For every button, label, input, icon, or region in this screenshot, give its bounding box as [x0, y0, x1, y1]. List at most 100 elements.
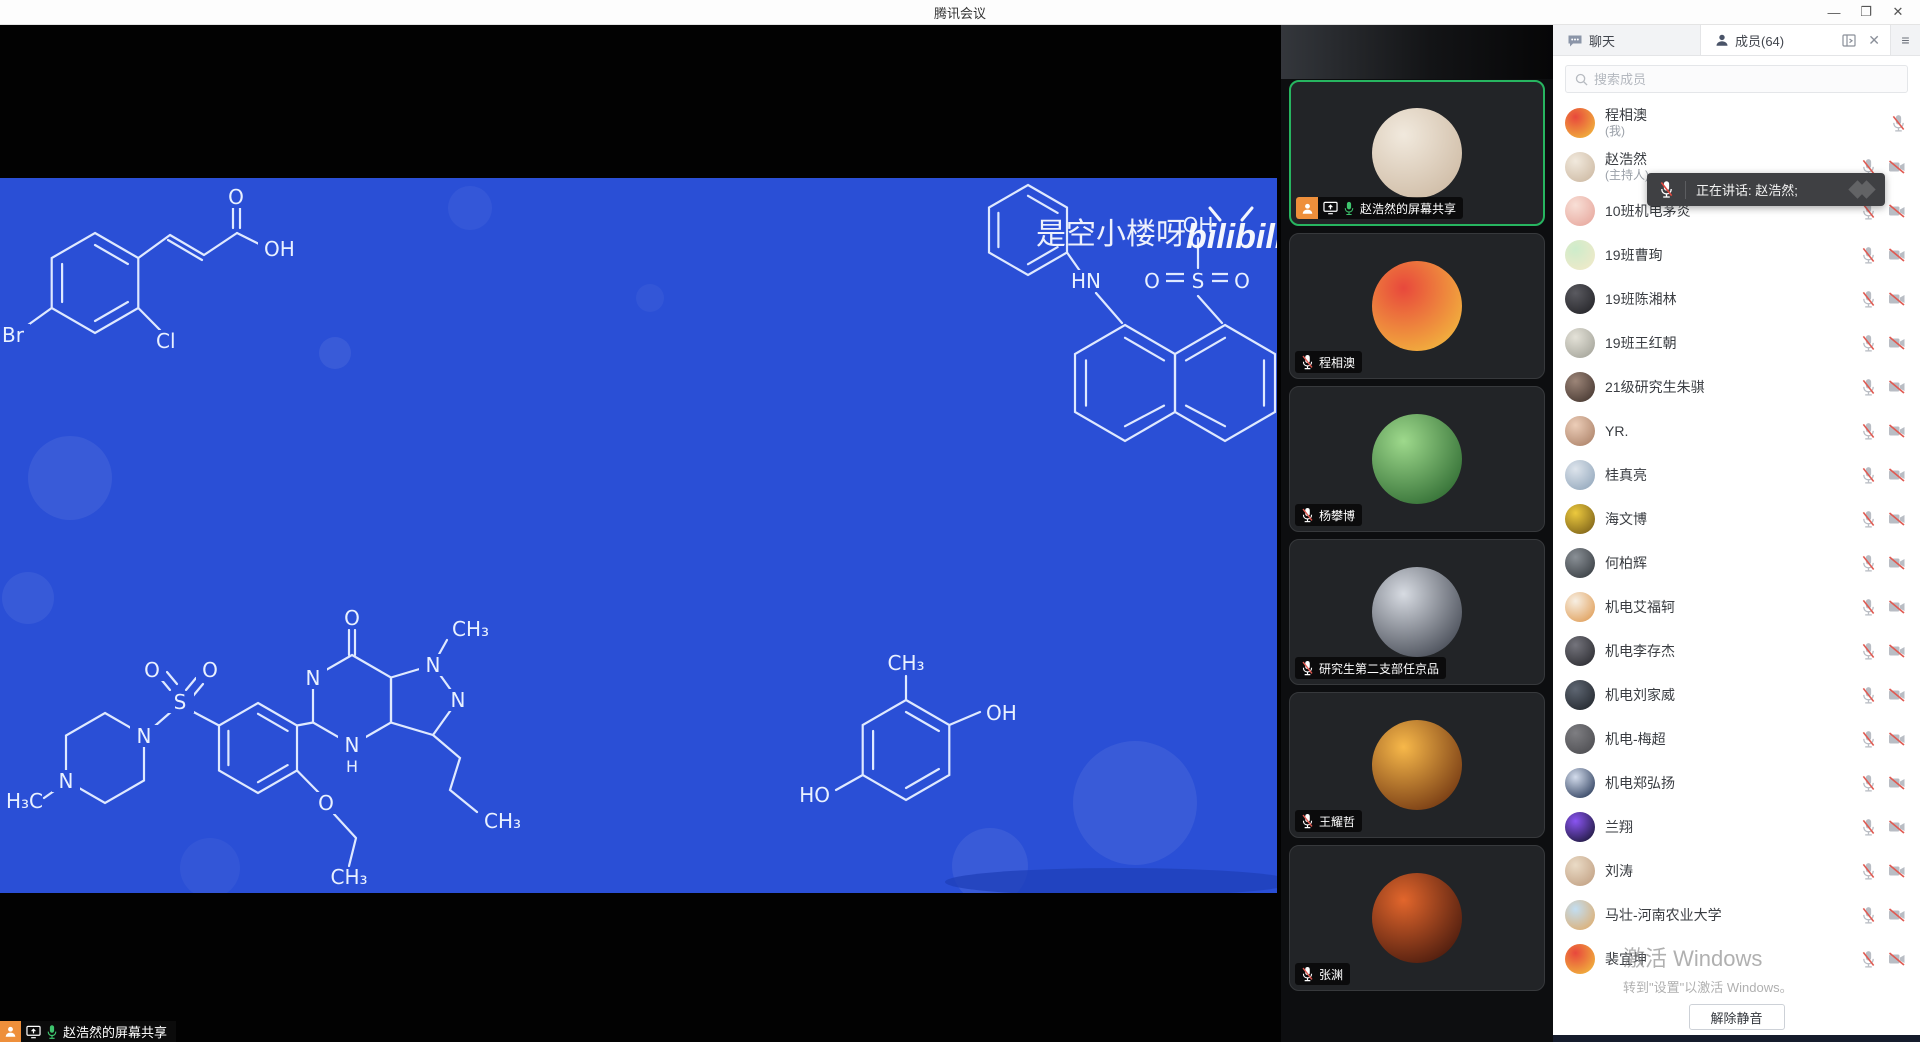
minimize-button[interactable]: —	[1818, 5, 1850, 20]
search-bar	[1553, 56, 1920, 101]
member-panel: 聊天 成员(64) ✕ ≡	[1553, 25, 1920, 1042]
member-row[interactable]: 机电李存杰	[1553, 629, 1920, 673]
member-camera-button[interactable]	[1888, 336, 1906, 350]
participant-name: 程相澳	[1319, 354, 1355, 371]
member-status-icons	[1861, 686, 1906, 705]
member-camera-button[interactable]	[1888, 512, 1906, 526]
member-row[interactable]: 刘涛	[1553, 849, 1920, 893]
member-mic-button[interactable]	[1861, 950, 1876, 969]
member-camera-button[interactable]	[1888, 820, 1906, 834]
video-thumbnail[interactable]: 赵浩然的屏幕共享	[1289, 80, 1545, 226]
member-mic-button[interactable]	[1861, 378, 1876, 397]
svg-text:HN: HN	[1071, 269, 1101, 293]
member-row[interactable]: 马壮-河南农业大学	[1553, 893, 1920, 937]
member-mic-button[interactable]	[1861, 466, 1876, 485]
member-mic-button[interactable]	[1861, 290, 1876, 309]
close-panel-icon[interactable]: ✕	[1868, 32, 1880, 49]
member-mic-button[interactable]	[1861, 334, 1876, 353]
member-mic-button[interactable]	[1861, 774, 1876, 793]
member-row[interactable]: 兰翔	[1553, 805, 1920, 849]
member-row[interactable]: 19班曹珣	[1553, 233, 1920, 277]
member-status-icons	[1861, 554, 1906, 573]
camera-off-icon	[1888, 952, 1906, 966]
video-thumbnail[interactable]: 杨攀博	[1289, 386, 1545, 532]
camera-off-icon	[1888, 380, 1906, 394]
member-status-icons	[1861, 598, 1906, 617]
avatar	[1565, 592, 1595, 622]
tab-chat[interactable]: 聊天	[1553, 25, 1701, 55]
member-camera-button[interactable]	[1888, 556, 1906, 570]
video-thumbnail[interactable]: 王耀哲	[1289, 692, 1545, 838]
member-row[interactable]: 程相澳 (我)	[1553, 101, 1920, 145]
member-row[interactable]: 何柏辉	[1553, 541, 1920, 585]
member-camera-button[interactable]	[1888, 424, 1906, 438]
member-camera-button[interactable]	[1888, 952, 1906, 966]
member-camera-button[interactable]	[1888, 908, 1906, 922]
avatar	[1372, 108, 1462, 198]
member-mic-button[interactable]	[1861, 730, 1876, 749]
popout-panel-icon[interactable]	[1842, 34, 1856, 47]
video-strip[interactable]: 赵浩然的屏幕共享 程相澳 杨攀博 研究生第二支部任京品 王耀哲 张渊	[1281, 25, 1553, 1042]
video-thumbnail[interactable]: 张渊	[1289, 845, 1545, 991]
member-mic-button[interactable]	[1861, 510, 1876, 529]
member-row[interactable]: 桂真亮	[1553, 453, 1920, 497]
member-mic-button[interactable]	[1861, 862, 1876, 881]
mic-on-icon	[1343, 201, 1355, 216]
member-mic-button[interactable]	[1861, 642, 1876, 661]
member-camera-button[interactable]	[1888, 468, 1906, 482]
member-row[interactable]: 裴宜坤	[1553, 937, 1920, 981]
member-camera-button[interactable]	[1888, 864, 1906, 878]
member-row[interactable]: 机电艾福轲	[1553, 585, 1920, 629]
member-camera-button[interactable]	[1888, 160, 1906, 174]
avatar	[1565, 416, 1595, 446]
member-row[interactable]: 机电刘家威	[1553, 673, 1920, 717]
member-row[interactable]: 海文博	[1553, 497, 1920, 541]
video-thumbnail[interactable]: 研究生第二支部任京品	[1289, 539, 1545, 685]
window-title: 腾讯会议	[934, 3, 986, 22]
avatar	[1372, 567, 1462, 657]
member-camera-button[interactable]	[1888, 732, 1906, 746]
muted-mic-icon	[1891, 114, 1906, 133]
svg-text:N: N	[137, 724, 152, 748]
member-camera-button[interactable]	[1888, 380, 1906, 394]
member-name: 桂真亮	[1605, 467, 1647, 484]
bilibili-logo: bilibili	[1186, 218, 1277, 256]
member-camera-button[interactable]	[1888, 248, 1906, 262]
member-camera-button[interactable]	[1888, 688, 1906, 702]
speaking-toast: 正在讲话: 赵浩然;	[1647, 173, 1885, 206]
member-camera-button[interactable]	[1888, 600, 1906, 614]
member-row[interactable]: 19班陈湘林	[1553, 277, 1920, 321]
member-mic-button[interactable]	[1861, 818, 1876, 837]
search-input[interactable]	[1594, 72, 1898, 87]
search-box[interactable]	[1565, 65, 1908, 93]
restore-button[interactable]: ❐	[1850, 4, 1882, 20]
member-mic-button[interactable]	[1861, 598, 1876, 617]
member-camera-button[interactable]	[1888, 204, 1906, 218]
member-name: 机电李存杰	[1605, 643, 1675, 660]
screen-share-icon	[26, 1025, 41, 1039]
avatar	[1565, 460, 1595, 490]
member-camera-button[interactable]	[1888, 644, 1906, 658]
member-row[interactable]: 机电-梅超	[1553, 717, 1920, 761]
panel-menu-icon[interactable]: ≡	[1890, 25, 1920, 55]
member-mic-button[interactable]	[1861, 906, 1876, 925]
member-mic-button[interactable]	[1891, 114, 1906, 133]
member-row[interactable]: 机电郑弘扬	[1553, 761, 1920, 805]
video-thumbnail[interactable]: 程相澳	[1289, 233, 1545, 379]
member-mic-button[interactable]	[1861, 246, 1876, 265]
member-row[interactable]: YR.	[1553, 409, 1920, 453]
member-camera-button[interactable]	[1888, 292, 1906, 306]
unmute-button[interactable]: 解除静音	[1689, 1004, 1785, 1030]
close-button[interactable]: ✕	[1882, 4, 1914, 20]
member-camera-button[interactable]	[1888, 776, 1906, 790]
tab-members[interactable]: 成员(64)	[1701, 25, 1842, 55]
bokeh-decoration	[2, 186, 1197, 893]
member-name: YR.	[1605, 423, 1628, 440]
member-list[interactable]: 程相澳 (我) 赵浩然 (主持人) 10班机电茅炎 19班曹珣 19班陈湘林	[1553, 101, 1920, 1042]
member-mic-button[interactable]	[1861, 422, 1876, 441]
member-row[interactable]: 19班王红朝	[1553, 321, 1920, 365]
member-status-icons	[1861, 730, 1906, 749]
member-row[interactable]: 21级研究生朱骐	[1553, 365, 1920, 409]
member-mic-button[interactable]	[1861, 554, 1876, 573]
member-mic-button[interactable]	[1861, 686, 1876, 705]
